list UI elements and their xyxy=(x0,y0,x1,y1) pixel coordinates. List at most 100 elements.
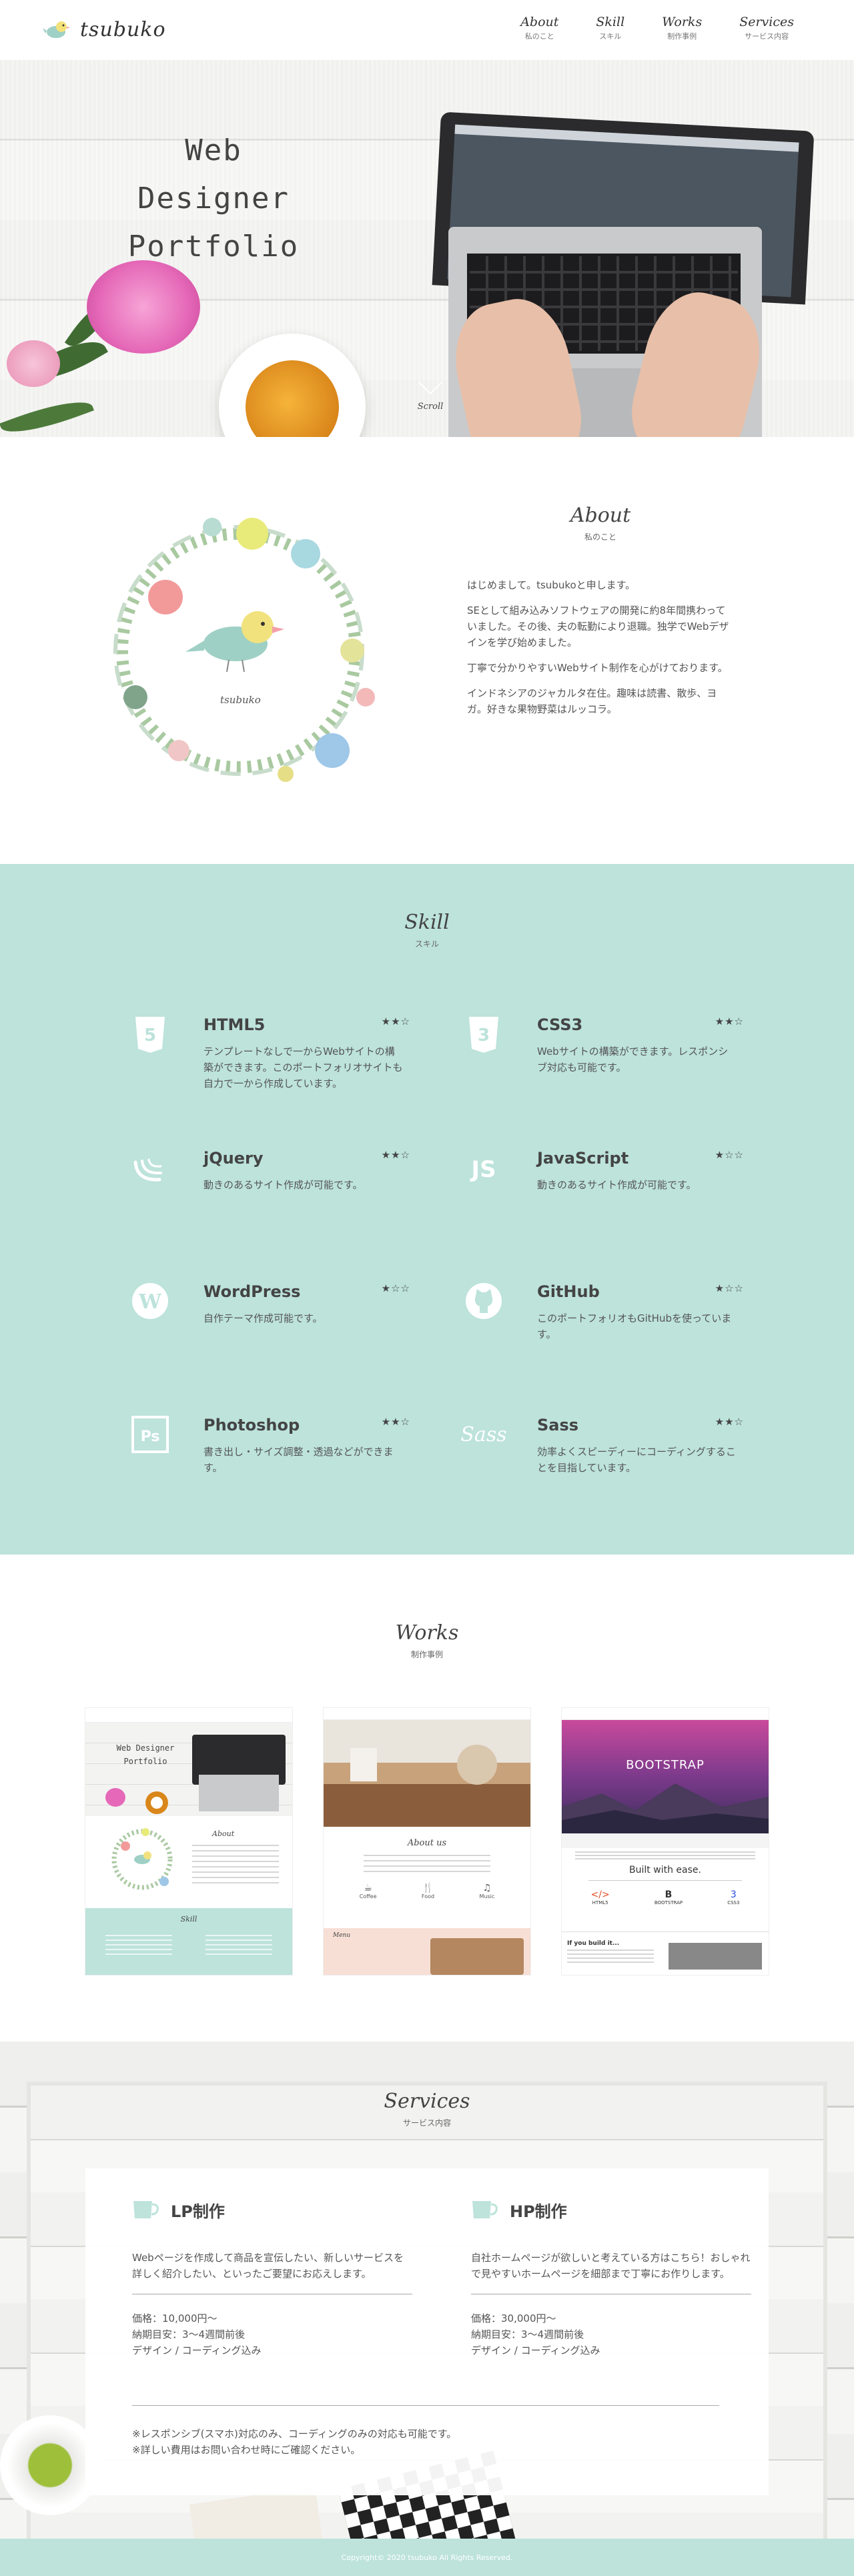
thumb-skill-label: Skill xyxy=(180,1915,197,1923)
thumb-title-line2: Portfolio xyxy=(123,1757,167,1766)
skill-name: jQuery xyxy=(203,1149,264,1168)
skill-description: 動きのあるサイト作成が可能です。 xyxy=(203,1179,363,1191)
service-item-hp: HP制作 自社ホームページが欲しいと考えている方はこちら！おしゃれで見やすいホー… xyxy=(471,2196,751,2358)
skill-stars: ★☆☆ xyxy=(381,1282,410,1294)
nav-label-en: Services xyxy=(739,15,794,29)
service-period: 納期目安：3〜4週間前後 xyxy=(132,2328,246,2340)
skill-description: 効率よくスピーディーにコーディングすることを目指しています。 xyxy=(537,1446,736,1474)
works-section: Works 制作事例 Web Designer Portfolio About … xyxy=(0,1555,854,2042)
svg-text:Ps: Ps xyxy=(141,1428,160,1445)
skill-name: WordPress xyxy=(203,1282,301,1301)
thumb-item: Music xyxy=(479,1893,495,1899)
skill-stars: ★☆☆ xyxy=(715,1149,744,1161)
skill-item-sass: Sass Sass ★★☆ 効率よくスピーディーにコーディングすることを目指して… xyxy=(460,1414,744,1508)
thumb-item: CSS3 xyxy=(727,1900,740,1905)
skill-description: テンプレートなしで一からWebサイトの構築ができます。このポートフォリオサイトも… xyxy=(203,1045,403,1090)
photoshop-icon: Ps xyxy=(131,1416,169,1453)
peony-flower-image xyxy=(87,260,200,354)
work-card-portfolio[interactable]: Web Designer Portfolio About Skill xyxy=(85,1708,292,1975)
service-note: ※レスポンシブ(スマホ)対応のみ、コーディングのみの対応も可能です。 xyxy=(132,2428,457,2440)
skill-name: Sass xyxy=(537,1416,579,1434)
section-title-ja: スキル xyxy=(414,939,439,949)
skill-item-css3: 3 CSS3 ★★☆ Webサイトの構築ができます。レスポンシブ対応も可能です。 xyxy=(464,1014,744,1108)
nav-label-ja: サービス内容 xyxy=(745,32,789,41)
works-title: Works 制作事例 xyxy=(360,1621,494,1660)
services-section: Services サービス内容 LP制作 Webページを作成して商品を宣伝したい… xyxy=(0,2042,854,2539)
service-price: 価格：30,000円〜 xyxy=(471,2312,556,2324)
scroll-label: Scroll xyxy=(417,402,444,412)
skill-item-photoshop: Ps Photoshop ★★☆ 書き出し・サイズ調整・透過などができます。 xyxy=(130,1414,410,1508)
coffee-icon: ☕ xyxy=(364,1883,372,1893)
svg-text:W: W xyxy=(138,1290,162,1314)
css3-icon: 3 xyxy=(730,1889,737,1900)
work-card-cafe[interactable]: About us ☕ Coffee 🍴 Food ♫ Music Menu xyxy=(324,1708,530,1975)
nav-label-en: About xyxy=(520,15,559,29)
service-notes: ※レスポンシブ(スマホ)対応のみ、コーディングのみの対応も可能です。 ※詳しい費… xyxy=(132,2405,719,2458)
skill-stars: ★★☆ xyxy=(715,1015,744,1027)
service-name: LP制作 xyxy=(171,2202,225,2221)
section-title-ja: 制作事例 xyxy=(410,1650,443,1659)
html5-icon: 5 xyxy=(135,1017,165,1053)
skill-name: CSS3 xyxy=(537,1015,583,1034)
nav-item-services[interactable]: Services サービス内容 xyxy=(739,15,794,41)
nav-item-about[interactable]: About 私のこと xyxy=(520,15,558,41)
skill-item-wordpress: W WordPress ★☆☆ 自作テーマ作成可能です。 xyxy=(130,1281,410,1374)
service-scope: デザイン / コーディング込み xyxy=(471,2344,600,2356)
bootstrap-icon: B xyxy=(665,1889,673,1900)
services-panel: LP制作 Webページを作成して商品を宣伝したい、新しいサービスを詳しく紹介した… xyxy=(85,2168,769,2495)
peony-flower-image xyxy=(7,340,60,387)
service-description: Webページを作成して商品を宣伝したい、新しいサービスを詳しく紹介したい、といっ… xyxy=(132,2250,412,2294)
about-section: tsubuko About 私のこと はじめまして。tsubukoと申します。 … xyxy=(0,437,854,864)
jquery-icon xyxy=(133,1158,162,1182)
nav-item-works[interactable]: Works 制作事例 xyxy=(662,15,702,41)
skill-description: 動きのあるサイト作成が可能です。 xyxy=(537,1179,697,1191)
skill-stars: ★★☆ xyxy=(381,1015,410,1027)
scroll-indicator[interactable]: Scroll xyxy=(414,370,447,412)
skill-section: Skill スキル 5 HTML5 ★★☆ テンプレートなしで一からWebサイト… xyxy=(0,864,854,1555)
service-scope: デザイン / コーディング込み xyxy=(132,2344,262,2356)
thumb-item: Coffee xyxy=(359,1893,377,1899)
svg-text:Sass: Sass xyxy=(460,1423,506,1446)
logo-text: tsubuko xyxy=(80,17,166,41)
skill-name: GitHub xyxy=(537,1282,600,1301)
svg-text:5: 5 xyxy=(144,1025,156,1045)
flower-wreath-illustration xyxy=(113,518,375,782)
skill-description: 書き出し・サイズ調整・透過などができます。 xyxy=(203,1446,394,1474)
section-title-en: Services xyxy=(384,2090,470,2113)
nav-item-skill[interactable]: Skill スキル xyxy=(596,15,624,41)
hero-section: Web Designer Portfolio Scroll xyxy=(0,60,854,437)
skill-description: Webサイトの構築ができます。レスポンシブ対応も可能です。 xyxy=(537,1045,729,1074)
thumb-hero-label: BOOTSTRAP xyxy=(626,1758,705,1772)
section-title-ja: 私のこと xyxy=(584,532,616,542)
copyright: Copyright© 2020 tsubuko All Rights Reser… xyxy=(341,2553,513,2562)
skill-item-jquery: jQuery ★★☆ 動きのあるサイト作成が可能です。 xyxy=(130,1148,410,1241)
nav-label-en: Works xyxy=(662,15,703,29)
thumb-about-label: About xyxy=(212,1829,235,1838)
skill-title: Skill スキル xyxy=(360,911,494,949)
section-title-ja: サービス内容 xyxy=(402,2118,451,2128)
service-item-lp: LP制作 Webページを作成して商品を宣伝したい、新しいサービスを詳しく紹介した… xyxy=(132,2196,412,2358)
thumb-item: HTML5 xyxy=(592,1900,608,1905)
skill-stars: ★☆☆ xyxy=(715,1282,744,1294)
thumb-about-label: About us xyxy=(407,1838,447,1848)
skill-stars: ★★☆ xyxy=(715,1416,744,1428)
about-text: はじめまして。tsubukoと申します。 SEとして組み込みソフトウェアの開発に… xyxy=(467,577,734,727)
nav-label-ja: 私のこと xyxy=(524,32,554,41)
thumb-bottom-label: If you build it... xyxy=(567,1940,620,1947)
nav-label-ja: 制作事例 xyxy=(667,32,697,41)
about-paragraph: インドネシアのジャカルタ在住。趣味は読書、散歩、ヨガ。好きな果物野菜はルッコラ。 xyxy=(467,687,717,715)
work-card-bootstrap[interactable]: BOOTSTRAP Built with ease. </> HTML5 B BOO… xyxy=(562,1708,769,1975)
skill-item-github: GitHub ★☆☆ このポートフォリオもGitHubを使っています。 xyxy=(464,1281,744,1374)
service-description: 自社ホームページが欲しいと考えている方はこちら！おしゃれで見やすいホームページを… xyxy=(471,2250,751,2294)
site-header: tsubuko About 私のこと Skill スキル Works 制作事例 … xyxy=(0,0,854,60)
github-icon xyxy=(466,1283,502,1319)
skill-stars: ★★☆ xyxy=(381,1416,410,1428)
sass-icon: Sass xyxy=(460,1423,506,1446)
main-nav: About 私のこと Skill スキル Works 制作事例 Services… xyxy=(520,15,794,41)
wreath-caption: tsubuko xyxy=(220,694,261,706)
logo[interactable]: tsubuko xyxy=(43,16,166,43)
thumb-item: BOOTSTRAP xyxy=(654,1900,683,1905)
css3-icon: 3 xyxy=(469,1017,498,1053)
javascript-icon: JS xyxy=(470,1156,496,1183)
mountain-image xyxy=(562,1783,769,1833)
